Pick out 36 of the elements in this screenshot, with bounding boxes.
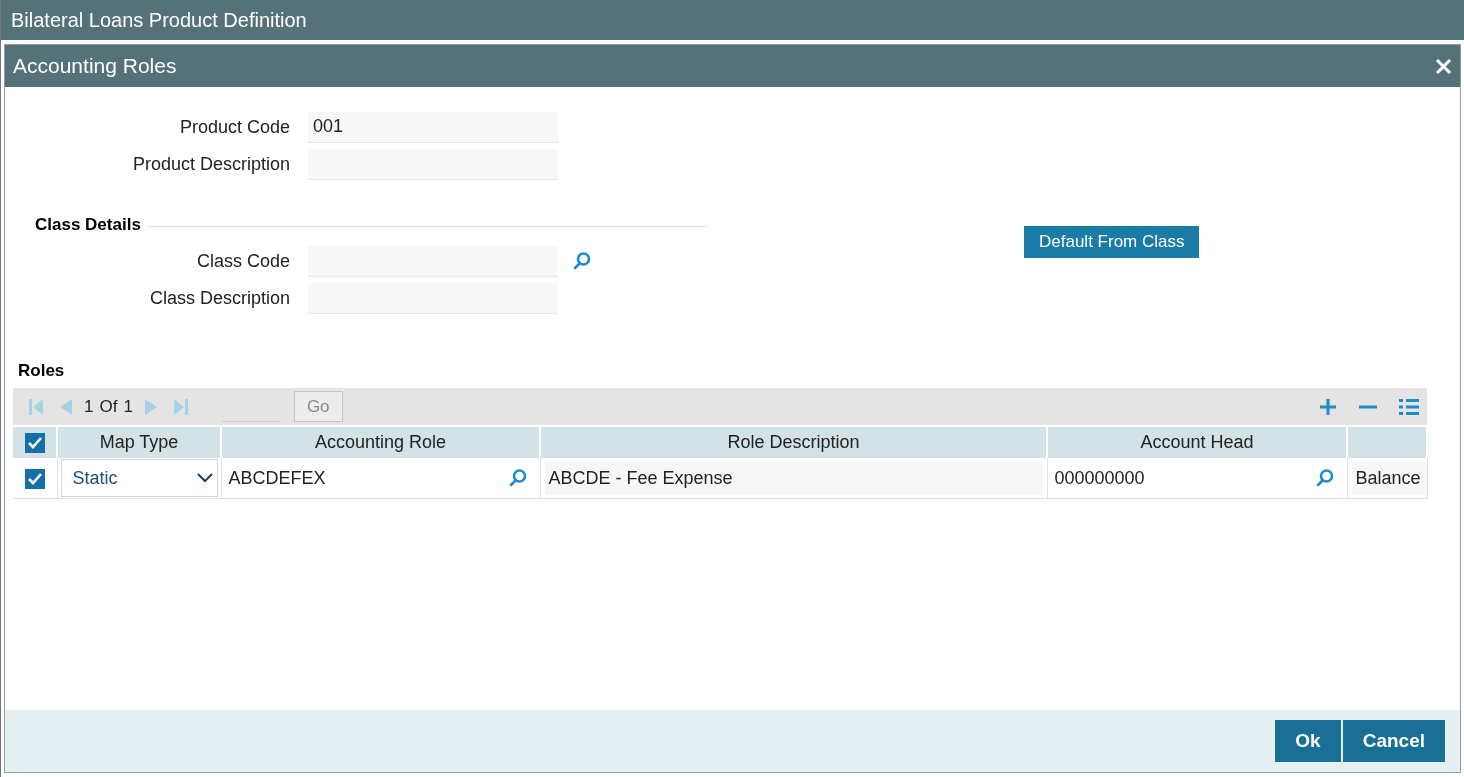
- page-number: 1: [84, 396, 94, 417]
- field-label: Product Code: [178, 116, 291, 138]
- chevron-down-icon: [196, 473, 213, 483]
- dialog-button[interactable]: Ok: [1275, 720, 1341, 762]
- field-value: ABCDEFEX: [228, 467, 326, 489]
- section-title: Roles: [18, 361, 65, 381]
- map-type-dropdown[interactable]: Static: [60, 459, 218, 497]
- text-field[interactable]: 001: [308, 111, 558, 143]
- field-label: Product Description: [131, 153, 291, 175]
- search-icon[interactable]: [572, 251, 592, 271]
- checkbox[interactable]: [24, 468, 45, 489]
- add-row-icon[interactable]: [1319, 397, 1337, 416]
- text-field[interactable]: [308, 148, 558, 180]
- dialog-button[interactable]: Cancel: [1342, 720, 1445, 762]
- text-field[interactable]: [308, 282, 558, 314]
- lookup-field[interactable]: 000000000: [1047, 459, 1347, 497]
- text-field[interactable]: [308, 245, 558, 277]
- field-label: Class Description: [148, 287, 291, 309]
- checkbox[interactable]: [24, 433, 45, 454]
- lookup-field[interactable]: ABCDEFEX: [221, 459, 540, 497]
- column-header: Map Type: [57, 427, 221, 458]
- remove-row-icon[interactable]: [1359, 404, 1377, 409]
- column-header: Account Head: [1047, 427, 1347, 458]
- default-from-class-button[interactable]: Default From Class: [1024, 226, 1200, 258]
- column-header: Role Description: [540, 427, 1047, 458]
- list-view-icon[interactable]: [1399, 397, 1419, 416]
- window-title: Bilateral Loans Product Definition: [1, 0, 1464, 40]
- field-label: Class Code: [195, 250, 291, 272]
- search-icon[interactable]: [507, 468, 528, 488]
- column-header: Accounting Role: [221, 427, 540, 458]
- dialog-title: Accounting Roles: [13, 54, 177, 78]
- page-of-label: Of: [99, 396, 118, 417]
- field-value: 000000000: [1054, 467, 1145, 489]
- close-icon[interactable]: [1435, 57, 1452, 75]
- search-icon[interactable]: [1314, 468, 1335, 488]
- page-total: 1: [123, 396, 133, 417]
